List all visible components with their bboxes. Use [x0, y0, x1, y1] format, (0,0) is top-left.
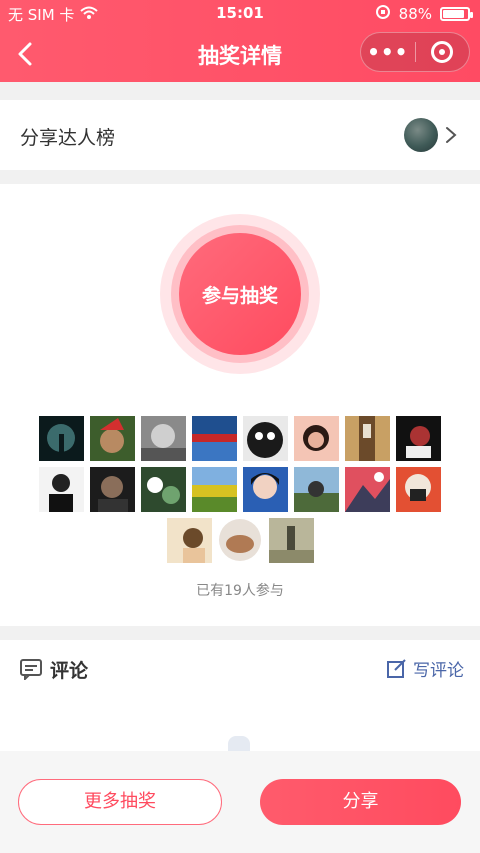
participant-avatar	[192, 467, 237, 512]
target-icon	[431, 41, 454, 63]
participant-count: 已有19人参与	[196, 583, 284, 599]
participant-avatar	[268, 518, 314, 563]
comments-title: 评论	[50, 660, 89, 682]
status-bar: 无 SIM 卡 15:01 88%	[0, 0, 480, 28]
participant-avatar	[345, 416, 390, 461]
comment-icon	[20, 659, 42, 680]
more-menu-button[interactable]: •••	[361, 40, 415, 64]
participant-avatar	[217, 518, 263, 563]
miniapp-capsule: •••	[360, 32, 470, 72]
status-right: 88%	[375, 4, 473, 24]
battery-percent: 88%	[398, 5, 432, 23]
join-draw-button[interactable]: 参与抽奖	[160, 214, 320, 374]
participant-avatars	[0, 416, 480, 569]
nav-bar: 抽奖详情 •••	[0, 28, 480, 82]
footer-bar: 更多抽奖 分享	[0, 751, 480, 853]
battery-level-fill	[443, 10, 465, 18]
avatar-row	[0, 416, 480, 461]
more-draws-button[interactable]: 更多抽奖	[18, 779, 222, 825]
participant-avatar	[90, 467, 135, 512]
participant-avatar	[166, 518, 212, 563]
close-miniapp-button[interactable]	[415, 41, 469, 63]
write-comment-button[interactable]: 写评论	[387, 656, 464, 681]
participant-avatar	[243, 467, 288, 512]
orientation-lock-icon	[375, 4, 391, 24]
lottery-card: 参与抽奖 已有19人参与	[0, 184, 480, 626]
comments-section: 评论 写评论	[0, 640, 480, 760]
join-draw-ring: 参与抽奖	[171, 225, 309, 363]
participant-avatar	[90, 416, 135, 461]
avatar-row	[0, 518, 480, 563]
write-comment-label: 写评论	[413, 661, 464, 681]
join-draw-label: 参与抽奖	[179, 233, 301, 355]
edit-icon	[387, 658, 406, 678]
participant-avatar	[243, 416, 288, 461]
avatar-row	[0, 467, 480, 512]
participant-avatar	[345, 467, 390, 512]
participant-avatar	[294, 416, 339, 461]
participant-avatar	[396, 416, 441, 461]
participant-avatar	[294, 467, 339, 512]
share-rank-label: 分享达人榜	[20, 127, 116, 149]
participant-avatar	[39, 416, 84, 461]
share-button[interactable]: 分享	[260, 779, 461, 825]
battery-icon	[440, 7, 473, 21]
participant-avatar	[141, 467, 186, 512]
avatar	[404, 118, 438, 152]
participant-avatar	[39, 467, 84, 512]
chevron-right-icon	[446, 127, 457, 143]
header: 无 SIM 卡 15:01 88% 抽奖详情 •••	[0, 0, 480, 82]
participant-avatar	[141, 416, 186, 461]
participant-avatar	[192, 416, 237, 461]
participant-avatar	[396, 467, 441, 512]
share-rank-row[interactable]: 分享达人榜	[0, 100, 480, 170]
